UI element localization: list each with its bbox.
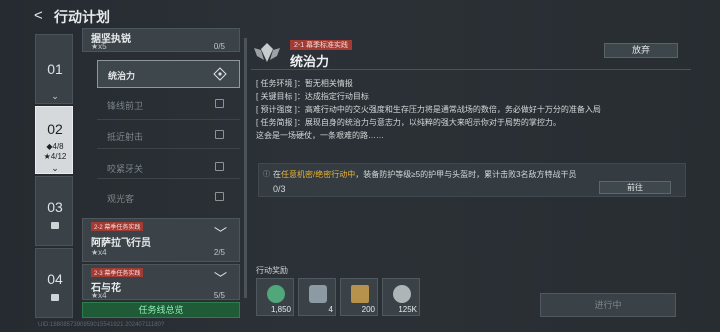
lock-icon [215,192,224,201]
chapter-number: 02 [47,121,63,137]
back-button[interactable]: < [34,7,43,24]
chapter-column: 01 ⌄ 02 ◆4/8 ★4/12 ⌄ 03 04 [35,34,73,324]
chevron-down-icon: ⌄ [51,163,59,173]
sub-mission-item[interactable]: 观光客 [97,184,240,212]
reward-amount: 4 [328,305,333,314]
mission-title: 统治力 [290,54,330,69]
top-bar: < 行动计划 [0,0,720,30]
chapter-number: 03 [47,199,63,215]
info-line: 这会是一场硬仗，一条艰难的路…… [256,131,384,140]
uid-footer: UID:1880857390959015541921 20240711180? [38,322,165,328]
sub-mission-name: 抵近射击 [107,132,144,142]
tape-icon [309,285,327,303]
sub-mission-item[interactable]: 锋线前卫 [97,91,240,119]
rewards-label: 行动奖励 [256,266,288,275]
sub-mission-item[interactable]: 抵近射击 [97,122,240,150]
info-line: [ 任务简报 ]：展现自身的统治力与意志力，以纯粹的强大来昭示你对于局势的掌控力… [256,118,561,127]
chevron-down-icon: ⌄ [51,91,59,101]
chapter-stat-diamond: ◆4/8 [46,142,64,151]
mission-item-top[interactable]: 据坚执锐 ★x5 0/5 [82,28,240,52]
overview-button[interactable]: 任务线总览 [82,302,240,318]
goto-button[interactable]: 前往 [599,181,671,194]
sub-mission-name: 统治力 [108,71,136,81]
reward-badge[interactable]: 1,850 [256,278,294,316]
sub-mission-item[interactable]: 统治力 [97,60,240,88]
page-title: 行动计划 [54,9,110,25]
info-line: [ 关键目标 ]：达成指定行动目标 [256,92,369,101]
chapter-tab-01[interactable]: 01 ⌄ [35,34,73,104]
task-card: ⓘ 在任意机密/绝密行动中，装备防护等级≥5的护甲与头盔时，累计击败3名敌方特战… [258,163,686,197]
chapter-tab-03[interactable]: 03 [35,176,73,246]
scrollbar[interactable] [244,38,247,298]
chapter-tab-04[interactable]: 04 [35,248,73,318]
lock-icon [215,162,224,171]
mission-count: 0/5 [213,42,225,51]
chapter-number: 04 [47,271,63,287]
lock-icon [51,294,59,301]
info-icon: ⓘ [263,171,270,178]
task-suffix: ，装备防护等级≥5的护甲与头盔时，累计击败3名敌方特战干员 [355,170,577,179]
give-up-button[interactable]: 放弃 [604,43,678,58]
divider [251,69,691,70]
info-line: [ 任务环境 ]：暂无相关情报 [256,79,353,88]
chevron-down-icon[interactable]: ﹀ [214,268,227,287]
task-highlight: 任意机密/绝密行动中 [281,170,356,179]
reward-coin[interactable]: 125K [382,278,420,316]
chevron-down-icon[interactable]: ﹀ [214,223,227,242]
chapter-stat-star: ★4/12 [43,152,67,161]
divider [97,119,240,120]
sub-mission-name: 观光客 [107,194,135,204]
sub-mission-item[interactable]: 咬紧牙关 [97,154,240,182]
reward-tape[interactable]: 4 [298,278,336,316]
mission-tag: 2-1 幕季标准实践 [290,40,353,50]
lock-icon [215,99,224,108]
mission-item-3[interactable]: 2-3 幕季任务实践 石与花 ★x4 5/5 ﹀ [82,264,240,300]
chapter-number: 01 [47,61,63,77]
mission-count: 5/5 [213,291,225,300]
mission-tag: 2-3 幕季任务实践 [91,268,144,277]
in-progress-button: 进行中 [540,293,676,317]
mission-name: 阿萨拉飞行员 [91,238,151,249]
info-line: [ 预计强度 ]：高难行动中的交火强度和生存压力将是通常战场的数倍，务必做好十万… [256,105,601,114]
mission-count: 2/5 [213,248,225,257]
task-prefix: 在 [273,170,281,179]
chapter-tab-02[interactable]: 02 ◆4/8 ★4/12 ⌄ [35,106,73,174]
mission-stars: ★x4 [91,248,107,257]
task-progress: 0/3 [273,184,286,194]
coin-icon [393,285,411,303]
target-icon [213,67,227,81]
lock-icon [51,222,59,229]
sub-mission-name: 锋线前卫 [107,101,144,111]
reward-amount: 200 [361,305,375,314]
reward-amount: 125K [398,305,417,314]
lock-icon [215,130,224,139]
mission-tag: 2-2 幕季任务实践 [91,222,144,231]
emblem-icon [254,43,280,62]
task-description: 在任意机密/绝密行动中，装备防护等级≥5的护甲与头盔时，累计击败3名敌方特战干员 [273,169,577,180]
mission-stars: ★x4 [91,291,107,300]
mission-item-2[interactable]: 2-2 幕季任务实践 阿萨拉飞行员 ★x4 2/5 ﹀ [82,218,240,262]
ammo-icon [351,285,369,303]
badge-icon [267,285,285,303]
sub-mission-name: 咬紧牙关 [107,164,144,174]
mission-stars: ★x5 [91,42,107,51]
reward-ammo[interactable]: 200 [340,278,378,316]
reward-amount: 1,850 [270,305,291,314]
